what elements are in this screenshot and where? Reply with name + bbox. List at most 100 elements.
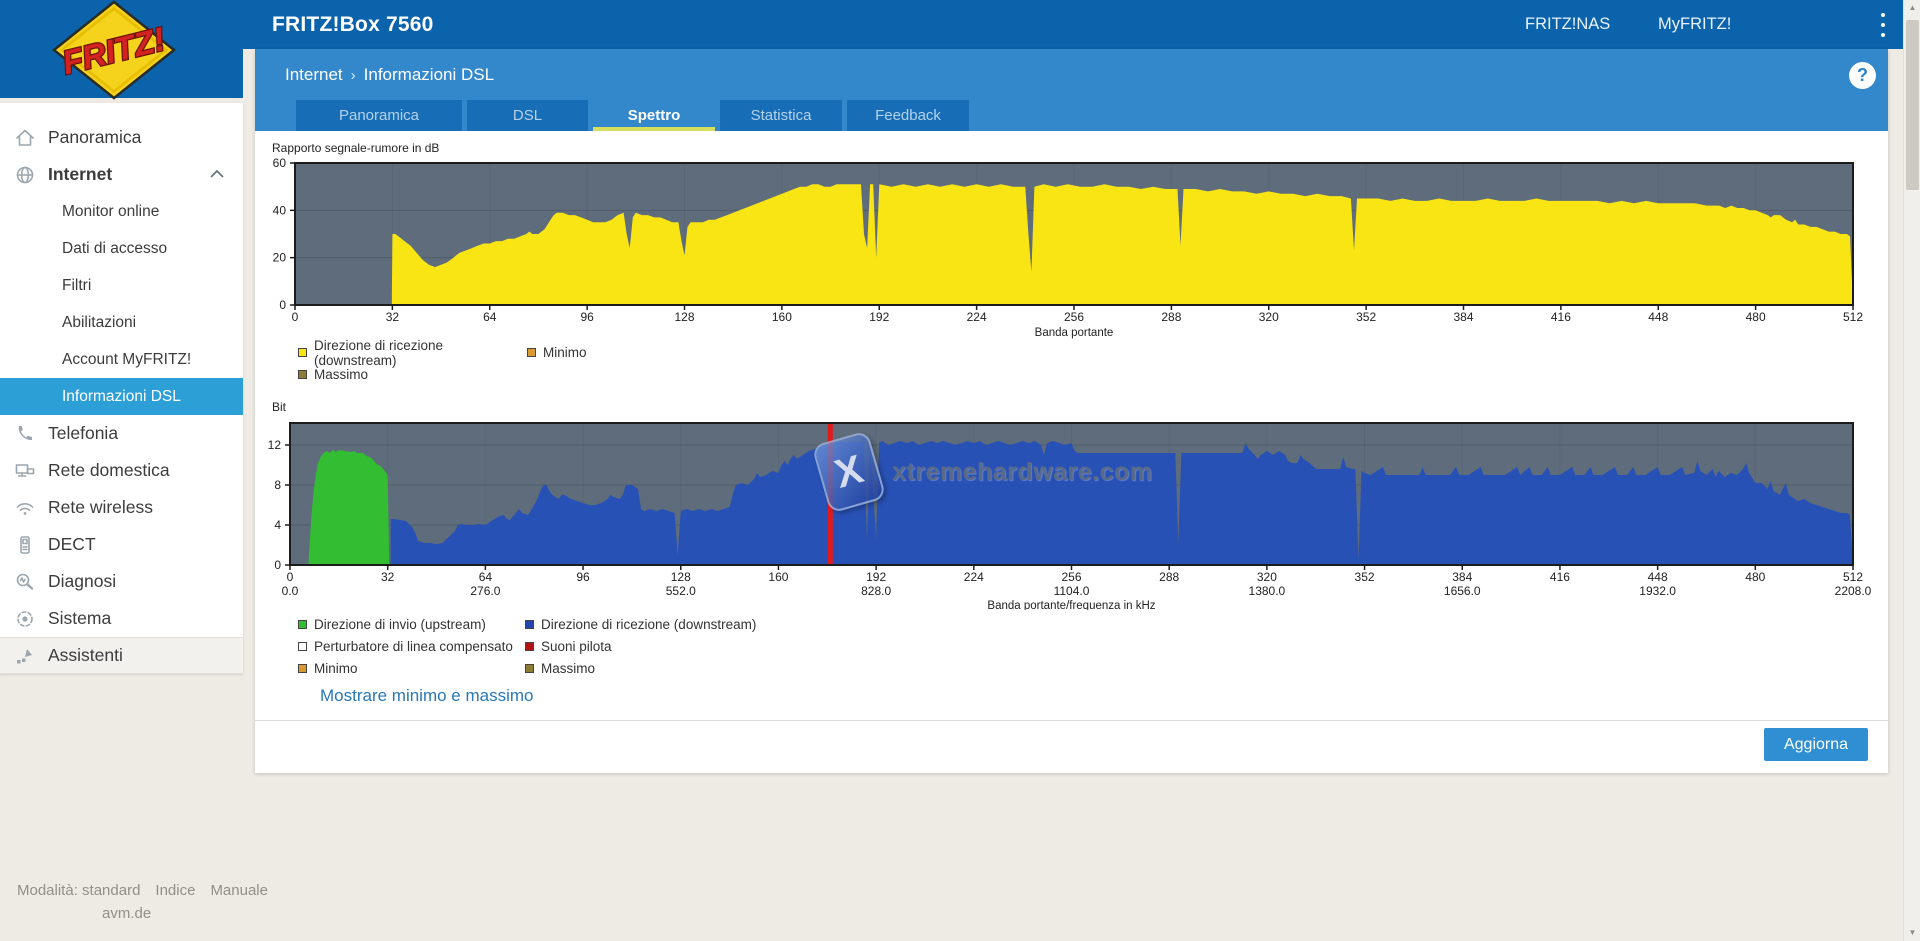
sidebar-item-label: Informazioni DSL (62, 387, 181, 405)
legend-item: Minimo (527, 344, 587, 361)
legend-item: Massimo (525, 660, 756, 677)
legend-swatch (525, 642, 534, 651)
page-title: FRITZ!Box 7560 (272, 13, 434, 36)
sidebar-item-monitor-online[interactable]: Monitor online (0, 193, 243, 230)
sidebar-item-label: Rete wireless (48, 497, 154, 517)
svg-text:40: 40 (273, 203, 287, 217)
svg-text:416: 416 (1551, 310, 1571, 324)
sidebar-item-filtri[interactable]: Filtri (0, 267, 243, 304)
sidebar-item-rete-domestica[interactable]: Rete domestica (0, 452, 243, 489)
footer-manual-link[interactable]: Manuale (210, 882, 268, 899)
svg-text:192: 192 (869, 310, 889, 324)
sidebar-item-sistema[interactable]: Sistema (0, 600, 243, 637)
globe-icon (14, 164, 36, 186)
sidebar-item-label: Monitor online (62, 202, 160, 220)
svg-text:828.0: 828.0 (861, 584, 891, 598)
svg-text:288: 288 (1159, 570, 1179, 584)
svg-text:8: 8 (274, 478, 281, 492)
svg-text:4: 4 (274, 518, 281, 532)
svg-text:352: 352 (1355, 570, 1375, 584)
sidebar-item-telefonia[interactable]: Telefonia (0, 415, 243, 452)
home-icon (14, 127, 36, 149)
scrollbar[interactable]: ▲ ▼ (1903, 0, 1920, 941)
svg-text:224: 224 (967, 310, 987, 324)
svg-text:1932.0: 1932.0 (1639, 584, 1676, 598)
svg-text:0: 0 (274, 558, 281, 572)
fritz-logo[interactable]: FRITZ! (0, 0, 243, 100)
footer: Modalità: standard Indice Manuale (17, 882, 268, 899)
sidebar-item-dati-di-accesso[interactable]: Dati di accesso (0, 230, 243, 267)
svg-text:0.0: 0.0 (282, 584, 299, 598)
sidebar: Panoramica Internet Monitor online Dati … (0, 103, 243, 674)
refresh-button[interactable]: Aggiorna (1764, 728, 1868, 761)
tab-panoramica[interactable]: Panoramica (296, 100, 462, 131)
sidebar-item-internet[interactable]: Internet (0, 156, 243, 193)
myfritz-link[interactable]: MyFRITZ! (1658, 0, 1731, 49)
svg-text:1656.0: 1656.0 (1444, 584, 1481, 598)
sidebar-item-label: Dati di accesso (62, 239, 168, 257)
scroll-down-icon[interactable]: ▼ (1904, 925, 1920, 941)
sidebar-item-informazioni-dsl[interactable]: Informazioni DSL (0, 378, 243, 415)
svg-text:288: 288 (1161, 310, 1181, 324)
tab-statistica[interactable]: Statistica (720, 100, 842, 131)
phone-icon (14, 423, 36, 445)
svg-text:384: 384 (1452, 570, 1472, 584)
svg-text:96: 96 (576, 570, 590, 584)
sidebar-item-rete-wireless[interactable]: Rete wireless (0, 489, 243, 526)
sidebar-item-label: Filtri (62, 276, 92, 294)
legend-item: Suoni pilota (525, 638, 756, 655)
legend-label: Minimo (314, 661, 358, 676)
tab-spettro[interactable]: Spettro (593, 100, 715, 131)
sidebar-item-account-myfritz[interactable]: Account MyFRITZ! (0, 341, 243, 378)
tab-dsl[interactable]: DSL (467, 100, 588, 131)
legend-item: Direzione di ricezione (downstream) (525, 616, 756, 633)
legend-item: Minimo (298, 660, 525, 677)
sidebar-item-assistenti[interactable]: Assistenti (0, 637, 243, 674)
svg-text:1380.0: 1380.0 (1249, 584, 1286, 598)
sidebar-item-abilitazioni[interactable]: Abilitazioni (0, 304, 243, 341)
legend-label: Perturbatore di linea compensato (314, 639, 513, 654)
legend-label: Direzione di invio (upstream) (314, 617, 486, 632)
legend-label: Massimo (541, 661, 596, 676)
show-minmax-link[interactable]: Mostrare minimo e massimo (320, 686, 534, 706)
sidebar-item-dect[interactable]: DECT (0, 526, 243, 563)
tab-feedback[interactable]: Feedback (847, 100, 969, 131)
sidebar-item-diagnosi[interactable]: Diagnosi (0, 563, 243, 600)
footer-avm-link[interactable]: avm.de (102, 905, 151, 922)
chevron-up-icon[interactable] (209, 164, 225, 185)
legend-swatch (525, 664, 534, 673)
footer-mode-link[interactable]: Modalità: standard (17, 882, 140, 899)
svg-text:Banda portante: Banda portante (1035, 327, 1114, 339)
footer-index-link[interactable]: Indice (155, 882, 195, 899)
svg-text:64: 64 (479, 570, 493, 584)
content-card: Internet › Informazioni DSL Panoramica DSL… (255, 49, 1888, 773)
diagnosis-icon (14, 571, 36, 593)
dect-phone-icon (14, 534, 36, 556)
svg-text:256: 256 (1064, 310, 1084, 324)
legend-item: Direzione di ricezione (downstream) (298, 338, 527, 368)
sidebar-item-label: Internet (48, 164, 113, 184)
sidebar-item-label: Panoramica (48, 127, 142, 147)
svg-text:552.0: 552.0 (666, 584, 696, 598)
svg-text:320: 320 (1259, 310, 1279, 324)
fritznas-link[interactable]: FRITZ!NAS (1525, 0, 1610, 49)
sidebar-item-panoramica[interactable]: Panoramica (0, 119, 243, 156)
svg-text:2208.0: 2208.0 (1835, 584, 1872, 598)
svg-text:276.0: 276.0 (470, 584, 500, 598)
legend-swatch (525, 620, 534, 629)
svg-text:0: 0 (292, 310, 299, 324)
sidebar-item-label: Account MyFRITZ! (62, 350, 192, 368)
kebab-menu-icon[interactable] (1876, 13, 1890, 37)
svg-text:512: 512 (1843, 570, 1863, 584)
legend-label: Suoni pilota (541, 639, 612, 654)
legend-swatch (298, 620, 307, 629)
scrollbar-thumb[interactable] (1906, 20, 1919, 190)
sidebar-item-label: Assistenti (48, 645, 123, 665)
help-icon[interactable]: ? (1849, 62, 1876, 89)
svg-text:60: 60 (273, 156, 287, 170)
svg-text:416: 416 (1550, 570, 1570, 584)
snr-spectrum-chart: 0 20 40 60 0 32 64 96 128 160 192 224 256 288 320 352 38… (273, 156, 1864, 339)
wifi-icon (14, 497, 36, 519)
legend-label: Massimo (314, 367, 369, 382)
scroll-up-icon[interactable]: ▲ (1904, 0, 1920, 16)
